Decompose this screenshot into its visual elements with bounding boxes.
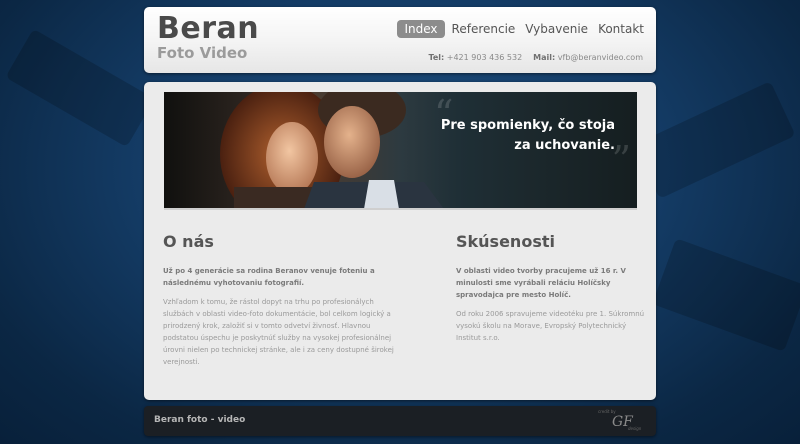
film-strip-decoration [634,81,796,199]
experience-body: Od roku 2006 spravujeme videotéku pre 1.… [456,310,645,342]
about-lead: Už po 4 generácie sa rodina Beranov venu… [163,267,375,287]
about-section: O nás Už po 4 generácie sa rodina Berano… [163,232,398,368]
phone-label: Tel: [428,53,445,62]
main-content-panel: “ ” Pre spomienky, čo stoja za uchovanie… [144,82,656,400]
footer-text: Beran foto - video [154,415,246,425]
mail-label: Mail: [533,53,556,62]
designer-credit-logo[interactable]: credit by GF design [598,408,642,434]
experience-heading: Skúsenosti [456,232,555,251]
contact-phone: Tel: +421 903 436 532 [428,53,522,62]
mail-value[interactable]: vfb@beranvideo.com [558,53,643,62]
site-logo-title[interactable]: Beran [157,12,259,46]
credit-sub-text: design [628,426,642,431]
nav-item-kontakt[interactable]: Kontakt [595,20,647,38]
main-nav: Index Referencie Vybavenie Kontakt [397,20,647,38]
site-logo-subtitle: Foto Video [157,44,248,62]
nav-item-referencie[interactable]: Referencie [449,20,519,38]
banner-tagline-line2: za uchovanie. [514,138,615,153]
contact-mail: Mail: vfb@beranvideo.com [533,53,643,62]
about-heading: O nás [163,232,214,251]
banner-divider [164,208,637,210]
nav-item-index[interactable]: Index [397,20,445,38]
about-body: Vzhľadom k tomu, že rástol dopyt na trhu… [163,298,394,366]
experience-lead: V oblasti video tvorby pracujeme už 16 r… [456,267,626,299]
experience-section: Skúsenosti V oblasti video tvorby pracuj… [456,232,646,344]
contact-info: Tel: +421 903 436 532 Mail: vfb@beranvid… [428,53,643,62]
film-strip-decoration [652,238,800,352]
site-footer: Beran foto - video credit by GF design [144,406,656,436]
nav-item-vybavenie[interactable]: Vybavenie [522,20,591,38]
banner-tagline: Pre spomienky, čo stoja za uchovanie. [441,116,615,156]
phone-value: +421 903 436 532 [446,53,523,62]
film-strip-decoration [5,28,155,148]
hero-banner: “ ” Pre spomienky, čo stoja za uchovanie… [164,92,637,209]
site-header: Beran Foto Video Index Referencie Vybave… [144,7,656,73]
banner-tagline-line1: Pre spomienky, čo stoja [440,118,615,133]
